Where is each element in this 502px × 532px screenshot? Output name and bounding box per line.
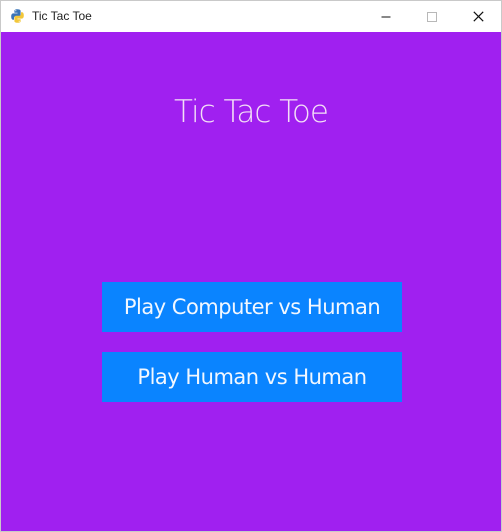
window-controls	[363, 1, 501, 32]
close-button[interactable]	[455, 1, 501, 32]
minimize-icon	[381, 12, 391, 22]
game-menu-screen: Tic Tac Toe Play Computer vs Human Play …	[1, 32, 501, 531]
close-icon	[472, 11, 484, 22]
application-window: Tic Tac Toe Tic Tac Toe Play Computer vs…	[0, 0, 502, 532]
minimize-button[interactable]	[363, 1, 409, 32]
play-computer-vs-human-button[interactable]: Play Computer vs Human	[102, 282, 402, 332]
window-title: Tic Tac Toe	[32, 9, 92, 23]
play-human-vs-human-button[interactable]: Play Human vs Human	[102, 352, 402, 402]
maximize-icon	[427, 11, 437, 22]
window-titlebar[interactable]: Tic Tac Toe	[1, 1, 501, 32]
game-title: Tic Tac Toe	[174, 94, 329, 130]
python-icon	[10, 8, 25, 24]
maximize-button[interactable]	[409, 1, 455, 32]
